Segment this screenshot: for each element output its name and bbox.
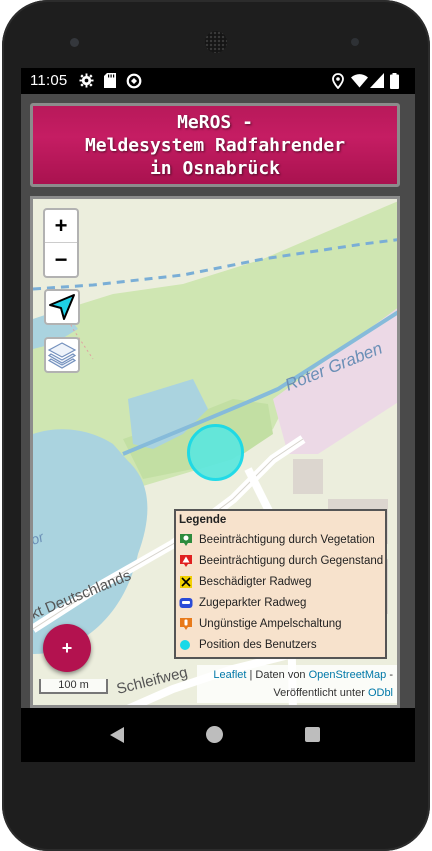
sync-icon — [126, 73, 142, 94]
back-icon[interactable] — [110, 727, 125, 748]
map-legend: Legende Beeinträchtigung durch Vegetatio… — [174, 509, 387, 659]
legend-label: Zugeparkter Radweg — [199, 596, 307, 609]
parked-car-icon — [179, 596, 193, 610]
legend-item: Beeinträchtigung durch Vegetation — [179, 529, 382, 550]
warning-triangle-icon — [179, 554, 193, 568]
map-view[interactable]: Roter Graben kt Deutschlands Schleifweg … — [30, 196, 400, 708]
legend-item: Beeinträchtigung durch Gegenstand — [179, 550, 384, 571]
attribution-published: Veröffentlicht unter — [273, 687, 368, 699]
add-report-button[interactable]: + — [43, 624, 91, 672]
app-header: MeROS - Meldesystem Radfahrender in Osna… — [30, 103, 400, 187]
app-title: MeROS - Meldesystem Radfahrender in Osna… — [84, 111, 346, 179]
status-bar: 11:05 — [21, 68, 415, 94]
sd-card-icon — [104, 73, 116, 93]
locate-button[interactable] — [44, 289, 80, 325]
front-camera — [70, 38, 79, 47]
legend-item: Position des Benutzers — [179, 634, 382, 655]
proximity-sensor — [351, 38, 359, 46]
legend-label: Position des Benutzers — [199, 638, 317, 651]
locate-arrow-icon — [49, 294, 75, 320]
openstreetmap-link[interactable]: OpenStreetMap — [309, 669, 387, 681]
legend-label: Beeinträchtigung durch Gegenstand — [199, 554, 384, 567]
navigation-bar — [21, 708, 415, 762]
license-link[interactable]: ODbl — [368, 687, 393, 699]
location-pin-icon — [332, 73, 344, 94]
cellular-signal-icon — [370, 73, 384, 93]
user-position-marker — [187, 424, 244, 481]
legend-item: Ungünstige Ampelschaltung — [179, 613, 382, 634]
gear-icon — [79, 73, 94, 93]
map-attribution: Leaflet | Daten von OpenStreetMap - Verö… — [197, 665, 397, 703]
map-scale: 100 m — [39, 679, 108, 694]
legend-label: Ungünstige Ampelschaltung — [199, 617, 342, 630]
screen: 11:05 MeROS - Meldesystem Radfahrender i… — [21, 68, 415, 762]
recents-icon[interactable] — [305, 727, 320, 742]
attribution-text: | Daten von — [246, 669, 309, 681]
earpiece-speaker — [205, 31, 227, 53]
damaged-path-icon — [179, 575, 193, 589]
traffic-light-icon — [179, 617, 193, 631]
legend-title: Legende — [179, 514, 227, 526]
user-position-dot-icon — [179, 638, 193, 652]
leaflet-link[interactable]: Leaflet — [213, 669, 246, 681]
zoom-out-button[interactable]: − — [45, 243, 77, 276]
home-icon[interactable] — [206, 726, 223, 743]
vegetation-icon — [179, 533, 193, 547]
attribution-dash: - — [386, 669, 393, 681]
layers-button[interactable] — [44, 337, 80, 373]
zoom-in-button[interactable]: + — [45, 210, 77, 243]
battery-icon — [390, 73, 399, 94]
legend-label: Beschädigter Radweg — [199, 575, 312, 588]
app-content: MeROS - Meldesystem Radfahrender in Osna… — [21, 94, 415, 708]
legend-item: Zugeparkter Radweg — [179, 592, 382, 613]
phone-frame: 11:05 MeROS - Meldesystem Radfahrender i… — [2, 0, 430, 851]
legend-item: Beschädigter Radweg — [179, 571, 382, 592]
layers-icon — [47, 342, 77, 369]
status-time: 11:05 — [30, 72, 68, 89]
zoom-control: + − — [43, 208, 79, 278]
legend-label: Beeinträchtigung durch Vegetation — [199, 533, 375, 546]
wifi-icon — [351, 73, 368, 93]
